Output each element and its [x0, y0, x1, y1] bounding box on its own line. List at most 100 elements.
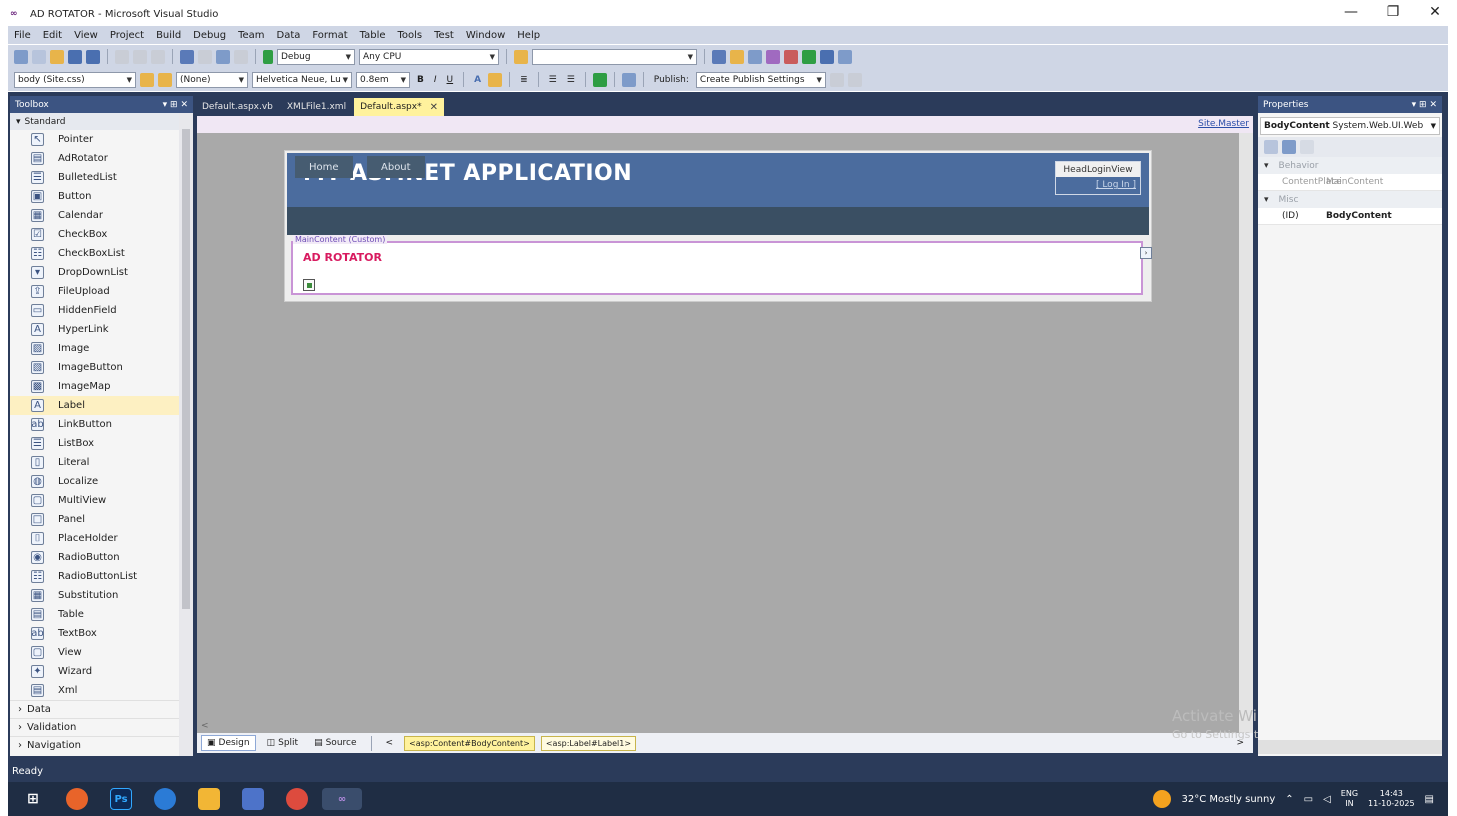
new-style-icon[interactable]	[140, 72, 154, 87]
toolbox-item-wizard[interactable]: ✦ Wizard	[10, 662, 193, 681]
property-pages-icon[interactable]	[1300, 140, 1314, 154]
toolbox-item-table[interactable]: ▤ Table	[10, 605, 193, 624]
toolbox-item-dropdownlist[interactable]: ▾ DropDownList	[10, 263, 193, 282]
menu-item-tools[interactable]: Tools	[398, 30, 423, 41]
minimize-button[interactable]: —	[1343, 4, 1359, 20]
publish-options-icon[interactable]	[847, 72, 862, 87]
design-view-button[interactable]: ▣ Design	[201, 735, 256, 751]
toolbox-item-literal[interactable]: ▯ Literal	[10, 453, 193, 472]
toolbox-section-standard[interactable]: ▾ Standard	[10, 113, 193, 130]
toolbox-item-view[interactable]: ▢ View	[10, 643, 193, 662]
scrollbar-thumb[interactable]	[182, 129, 190, 609]
toolbox-window-icon[interactable]	[766, 49, 780, 64]
windows-start-icon[interactable]: ⊞	[22, 788, 44, 810]
copy-icon[interactable]	[133, 49, 147, 64]
bold-icon[interactable]: B	[414, 72, 427, 88]
tab-default-aspx-vb[interactable]: Default.aspx.vb	[196, 98, 279, 116]
tab-xmlfile1-xml[interactable]: XMLFile1.xml	[281, 98, 352, 116]
italic-icon[interactable]: I	[431, 72, 440, 88]
toolbox-item-hyperlink[interactable]: A HyperLink	[10, 320, 193, 339]
nav-item-home[interactable]: Home	[295, 156, 353, 178]
designer-vertical-scrollbar[interactable]	[1239, 133, 1253, 733]
web-one-click-publish-icon[interactable]	[621, 72, 636, 87]
start-debugging-icon[interactable]	[263, 49, 273, 64]
toolbox-item-substitution[interactable]: ▦ Substitution	[10, 586, 193, 605]
menu-item-help[interactable]: Help	[517, 30, 540, 41]
menu-item-build[interactable]: Build	[156, 30, 181, 41]
toolbox-group-navigation[interactable]: › Navigation	[10, 736, 193, 754]
solution-explorer-icon[interactable]	[712, 49, 726, 64]
network-icon[interactable]: ▭	[1304, 794, 1313, 805]
close-button[interactable]: ✕	[1427, 4, 1443, 20]
ad-rotator-label[interactable]: AD ROTATOR	[303, 251, 382, 264]
tag-crumb-label[interactable]: <asp:Label#Label1>	[540, 735, 637, 751]
menu-item-debug[interactable]: Debug	[193, 30, 226, 41]
tab-default-aspx-[interactable]: Default.aspx* ✕	[354, 98, 444, 116]
toolbox-item-panel[interactable]: □ Panel	[10, 510, 193, 529]
foreground-color-icon[interactable]: A	[471, 72, 484, 88]
ad-rotator-image-icon[interactable]	[303, 279, 315, 291]
font-name-dropdown[interactable]: Helvetica Neue, Lu ▼	[252, 71, 352, 88]
tools-icon[interactable]	[784, 49, 798, 64]
property-value[interactable]: MainContent	[1326, 177, 1383, 187]
toolbox-item-checkboxlist[interactable]: ☷ CheckBoxList	[10, 244, 193, 263]
background-color-icon[interactable]	[488, 72, 503, 87]
photoshop-icon[interactable]: Ps	[110, 788, 132, 810]
tag-crumb-content[interactable]: <asp:Content#BodyContent>	[404, 735, 535, 751]
categorized-icon[interactable]	[1264, 140, 1278, 154]
file-explorer-icon[interactable]	[198, 788, 220, 810]
property-row[interactable]: (ID) BodyContent	[1258, 208, 1442, 225]
navigate-forward-icon[interactable]	[234, 49, 248, 64]
head-login-view[interactable]: HeadLoginView [ Log In ]	[1055, 161, 1141, 195]
menu-item-test[interactable]: Test	[434, 30, 454, 41]
toolbox-item-hiddenfield[interactable]: ▭ HiddenField	[10, 301, 193, 320]
start-page-icon[interactable]	[838, 49, 852, 64]
solution-configuration-dropdown[interactable]: Debug ▼	[277, 48, 355, 65]
menu-item-file[interactable]: File	[14, 30, 31, 41]
menu-item-data[interactable]: Data	[277, 30, 301, 41]
manage-styles-icon[interactable]	[158, 72, 172, 87]
find-in-files-icon[interactable]	[514, 49, 528, 64]
save-icon[interactable]	[68, 49, 82, 64]
notifications-icon[interactable]: ▤	[1425, 794, 1434, 805]
team-explorer-icon[interactable]	[820, 49, 834, 64]
alphabetical-icon[interactable]	[1282, 140, 1296, 154]
paste-icon[interactable]	[151, 49, 165, 64]
menu-item-table[interactable]: Table	[360, 30, 386, 41]
source-view-button[interactable]: ▤ Source	[309, 735, 361, 751]
toolbox-item-textbox[interactable]: ab TextBox	[10, 624, 193, 643]
property-row[interactable]: ContentPlace MainContent	[1258, 174, 1442, 191]
server-explorer-icon[interactable]	[802, 49, 816, 64]
property-value[interactable]: BodyContent	[1326, 211, 1392, 221]
site-master-link[interactable]: Site.Master	[1198, 119, 1249, 129]
cut-icon[interactable]	[115, 49, 129, 64]
property-category-behavior[interactable]: ▾ Behavior	[1258, 157, 1442, 174]
chevron-up-icon[interactable]: ⌃	[1285, 794, 1293, 805]
toolbox-item-radiobutton[interactable]: ◉ RadioButton	[10, 548, 193, 567]
object-browser-icon[interactable]	[748, 49, 762, 64]
toolbox-item-checkbox[interactable]: ☑ CheckBox	[10, 225, 193, 244]
notepad-icon[interactable]	[242, 788, 264, 810]
toolbox-item-xml[interactable]: ▤ Xml	[10, 681, 193, 700]
tab-close-icon[interactable]: ✕	[430, 102, 438, 113]
toolbox-item-label[interactable]: A Label	[10, 396, 193, 415]
toolbox-item-fileupload[interactable]: ⇪ FileUpload	[10, 282, 193, 301]
menu-item-edit[interactable]: Edit	[43, 30, 62, 41]
find-input[interactable]: ▼	[532, 48, 697, 65]
publish-web-icon[interactable]	[829, 72, 844, 87]
properties-object-selector[interactable]: BodyContent System.Web.UI.Web ▼	[1260, 117, 1440, 135]
menu-item-view[interactable]: View	[74, 30, 98, 41]
redo-icon[interactable]	[198, 49, 212, 64]
toolbox-item-image[interactable]: ▨ Image	[10, 339, 193, 358]
toolbox-item-multiview[interactable]: ▢ MultiView	[10, 491, 193, 510]
edge-icon[interactable]	[154, 788, 176, 810]
input-language[interactable]: ENG IN	[1341, 789, 1358, 809]
panel-pin-close-icons[interactable]: ▾ ⊞ ✕	[163, 100, 188, 110]
toolbox-item-linkbutton[interactable]: ab LinkButton	[10, 415, 193, 434]
smart-tag-icon[interactable]: ›	[1140, 247, 1152, 259]
panel-pin-close-icons[interactable]: ▾ ⊞ ✕	[1412, 100, 1437, 110]
split-view-button[interactable]: ◫ Split	[262, 735, 303, 751]
menu-item-project[interactable]: Project	[110, 30, 144, 41]
font-size-dropdown[interactable]: 0.8em ▼	[356, 71, 410, 88]
log-in-link[interactable]: [ Log In ]	[1096, 180, 1136, 190]
